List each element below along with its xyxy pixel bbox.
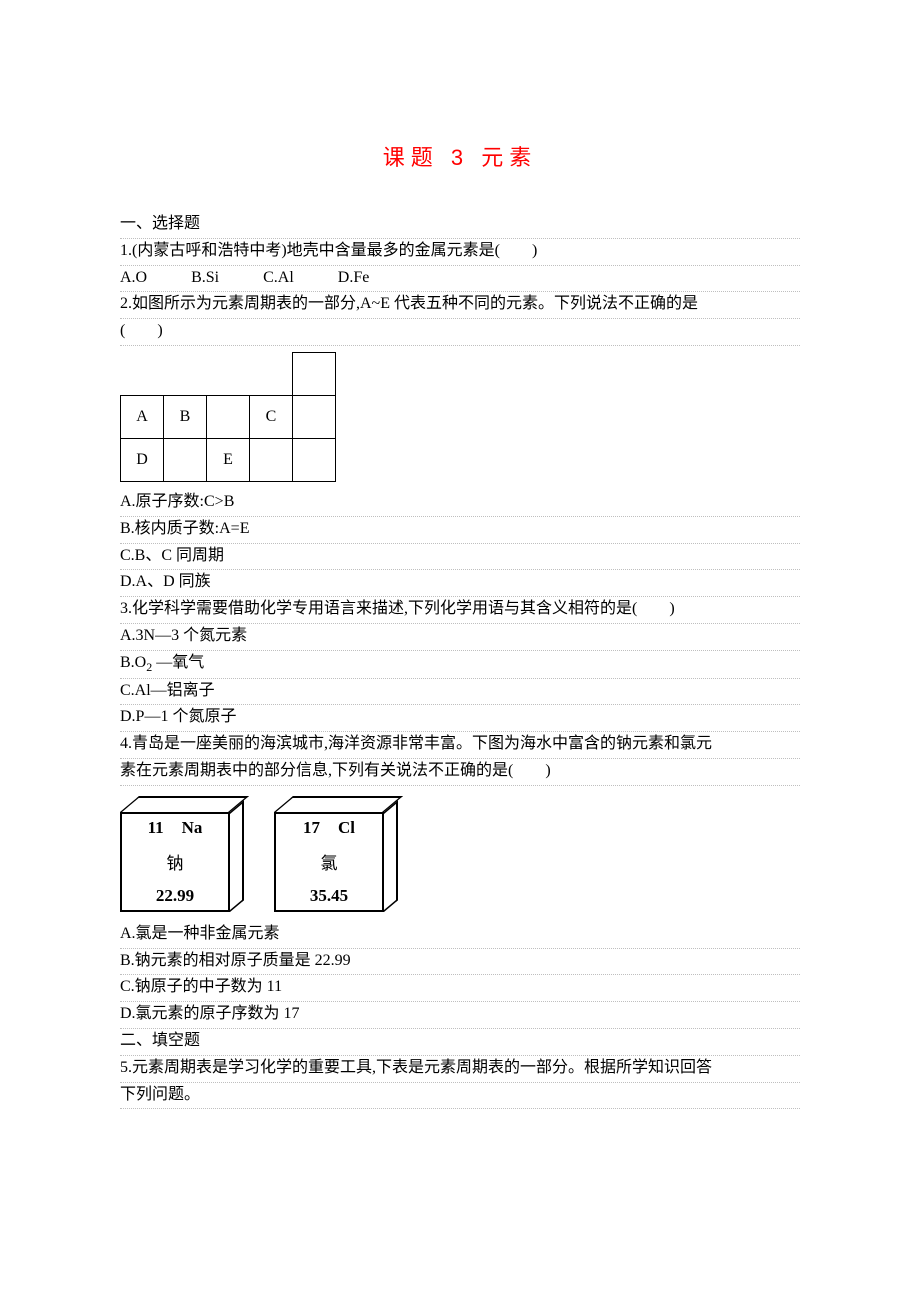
q2-cell-empty-4 xyxy=(250,438,293,481)
q1-stem: 1.(内蒙古呼和浩特中考)地壳中含量最多的金属元素是( ) xyxy=(120,239,800,266)
q2-cell-empty-2 xyxy=(293,395,336,438)
q3-stem: 3.化学科学需要借助化学专用语言来描述,下列化学用语与其含义相符的是( ) xyxy=(120,597,800,624)
q4-cl-symbol: Cl xyxy=(338,818,355,838)
q2-opt-d: D.A、D 同族 xyxy=(120,570,800,597)
q1-options: A.O B.Si C.Al D.Fe xyxy=(120,266,800,293)
q4-cl-mass: 35.45 xyxy=(310,886,348,906)
q4-opt-c: C.钠原子的中子数为 11 xyxy=(120,975,800,1002)
q2-periodic-table-figure: A B C D E xyxy=(120,352,800,482)
q4-na-symbol: Na xyxy=(182,818,203,838)
q4-card-na: 11 Na 钠 22.99 xyxy=(120,796,250,914)
q2-stem-line1: 2.如图所示为元素周期表的一部分,A~E 代表五种不同的元素。下列说法不正确的是 xyxy=(120,292,800,319)
q2-cell-e: E xyxy=(207,438,250,481)
q3-opt-d: D.P—1 个氮原子 xyxy=(120,705,800,732)
q2-cell-empty-3 xyxy=(164,438,207,481)
q2-cell-b: B xyxy=(164,395,207,438)
section-heading-2: 二、填空题 xyxy=(120,1029,800,1056)
q4-opt-b: B.钠元素的相对原子质量是 22.99 xyxy=(120,949,800,976)
q1-opt-d: D.Fe xyxy=(338,266,370,291)
q4-cl-name: 氯 xyxy=(321,849,338,874)
q1-opt-b: B.Si xyxy=(191,266,219,291)
section-heading-1: 一、选择题 xyxy=(120,212,800,239)
q4-card-cl: 17 Cl 氯 35.45 xyxy=(274,796,404,914)
q3-opt-b: B.O2 —氧气 xyxy=(120,651,800,679)
q5-stem-line1: 5.元素周期表是学习化学的重要工具,下表是元素周期表的一部分。根据所学知识回答 xyxy=(120,1056,800,1083)
q4-na-mass: 22.99 xyxy=(156,886,194,906)
q3-opt-c: C.Al—铝离子 xyxy=(120,679,800,706)
q2-stem-line2: ( ) xyxy=(120,319,800,346)
q2-cell-c: C xyxy=(250,395,293,438)
q2-cell-empty-1 xyxy=(207,395,250,438)
q3-opt-b-post: —氧气 xyxy=(152,654,204,671)
q4-cl-number: 17 xyxy=(303,818,320,838)
q2-cell-d: D xyxy=(121,438,164,481)
q4-element-cards: 11 Na 钠 22.99 17 Cl 氯 35.45 xyxy=(120,796,800,914)
q2-opt-a: A.原子序数:C>B xyxy=(120,490,800,517)
q2-cell-empty-5 xyxy=(293,438,336,481)
q2-cell-empty-top xyxy=(293,352,336,395)
q5-stem-line2: 下列问题。 xyxy=(120,1083,800,1110)
q4-na-number: 11 xyxy=(148,818,164,838)
q3-opt-a: A.3N—3 个氮元素 xyxy=(120,624,800,651)
q2-cell-a: A xyxy=(121,395,164,438)
q2-opt-c: C.B、C 同周期 xyxy=(120,544,800,571)
q4-na-name: 钠 xyxy=(167,849,184,874)
q3-opt-b-pre: B.O xyxy=(120,654,146,671)
q1-opt-a: A.O xyxy=(120,266,147,291)
q1-opt-c: C.Al xyxy=(263,266,294,291)
page-title: 课题 3 元素 xyxy=(120,140,800,172)
q4-stem-line2: 素在元素周期表中的部分信息,下列有关说法不正确的是( ) xyxy=(120,759,800,786)
q4-opt-d: D.氯元素的原子序数为 17 xyxy=(120,1002,800,1029)
q4-stem-line1: 4.青岛是一座美丽的海滨城市,海洋资源非常丰富。下图为海水中富含的钠元素和氯元 xyxy=(120,732,800,759)
q2-opt-b: B.核内质子数:A=E xyxy=(120,517,800,544)
q4-opt-a: A.氯是一种非金属元素 xyxy=(120,922,800,949)
